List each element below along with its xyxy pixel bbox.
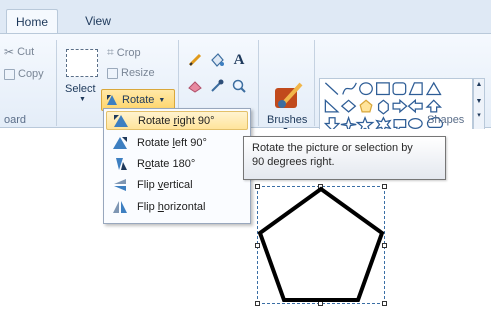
fill-icon[interactable] xyxy=(208,51,226,69)
tooltip-line: 90 degrees right. xyxy=(252,156,335,168)
copy-icon xyxy=(4,68,15,80)
flip-vertical-icon xyxy=(111,177,129,193)
magnifier-icon[interactable] xyxy=(230,77,248,95)
crop-label: Crop xyxy=(116,46,141,59)
group-divider xyxy=(258,40,259,126)
crop-icon: ⌗ xyxy=(107,45,114,59)
rotate-menu: Rotate right 90° Rotate left 90° Rotate … xyxy=(103,108,251,224)
text-icon[interactable]: A xyxy=(230,51,248,69)
resize-label: Resize xyxy=(121,67,155,79)
rotate-left-icon xyxy=(111,135,129,151)
menu-item-rotate-left[interactable]: Rotate left 90° xyxy=(106,133,248,152)
rotate-right-icon xyxy=(112,113,130,129)
menu-item-label: Flip vertical xyxy=(137,178,193,191)
rotate-180-icon xyxy=(111,156,129,172)
pencil-icon[interactable] xyxy=(186,51,204,69)
chevron-down-icon: ▼ xyxy=(158,96,166,104)
rotate-label: Rotate xyxy=(122,94,155,106)
select-button[interactable] xyxy=(66,49,98,77)
menu-item-label: Flip horizontal xyxy=(137,200,206,213)
menu-item-rotate-180[interactable]: Rotate 180° xyxy=(106,154,248,173)
flip-horizontal-icon xyxy=(111,199,129,215)
menu-item-flip-vertical[interactable]: Flip vertical xyxy=(106,175,248,194)
select-label: Select xyxy=(65,83,96,95)
ribbon-tab-strip: Home View xyxy=(0,0,491,34)
menu-item-flip-horizontal[interactable]: Flip horizontal xyxy=(106,197,248,216)
menu-item-label: Rotate 180° xyxy=(137,157,196,170)
resize-button[interactable]: Resize xyxy=(107,67,155,79)
group-divider xyxy=(56,40,57,126)
menu-item-label: Rotate right 90° xyxy=(138,114,215,127)
rotate-tooltip: Rotate the picture or selection by 90 de… xyxy=(243,136,446,180)
copy-button[interactable]: Copy xyxy=(4,68,44,80)
crop-button[interactable]: ⌗ Crop xyxy=(107,45,141,60)
group-divider xyxy=(314,40,315,126)
rotate-icon xyxy=(107,95,117,105)
menu-item-label: Rotate left 90° xyxy=(137,136,207,149)
cut-button[interactable]: ✂ Cut xyxy=(4,45,34,59)
clipboard-group-label: oard xyxy=(4,114,27,126)
copy-label: Copy xyxy=(18,68,44,80)
tooltip-line: Rotate the picture or selection by xyxy=(252,142,413,154)
cut-label: Cut xyxy=(17,46,35,58)
color-picker-icon[interactable] xyxy=(208,77,226,95)
brushes-icon[interactable] xyxy=(273,80,305,112)
tab-home[interactable]: Home xyxy=(6,9,58,34)
pentagon-shape[interactable] xyxy=(257,186,385,304)
eraser-icon[interactable] xyxy=(186,77,204,95)
resize-icon xyxy=(107,67,118,79)
menu-item-rotate-right[interactable]: Rotate right 90° xyxy=(106,111,248,130)
scissors-icon: ✂ xyxy=(4,45,15,59)
brushes-label: Brushes xyxy=(267,114,308,126)
tab-view[interactable]: View xyxy=(78,9,118,34)
shapes-group-label: Shapes xyxy=(427,114,465,126)
chevron-down-icon: ▼ xyxy=(79,96,86,103)
